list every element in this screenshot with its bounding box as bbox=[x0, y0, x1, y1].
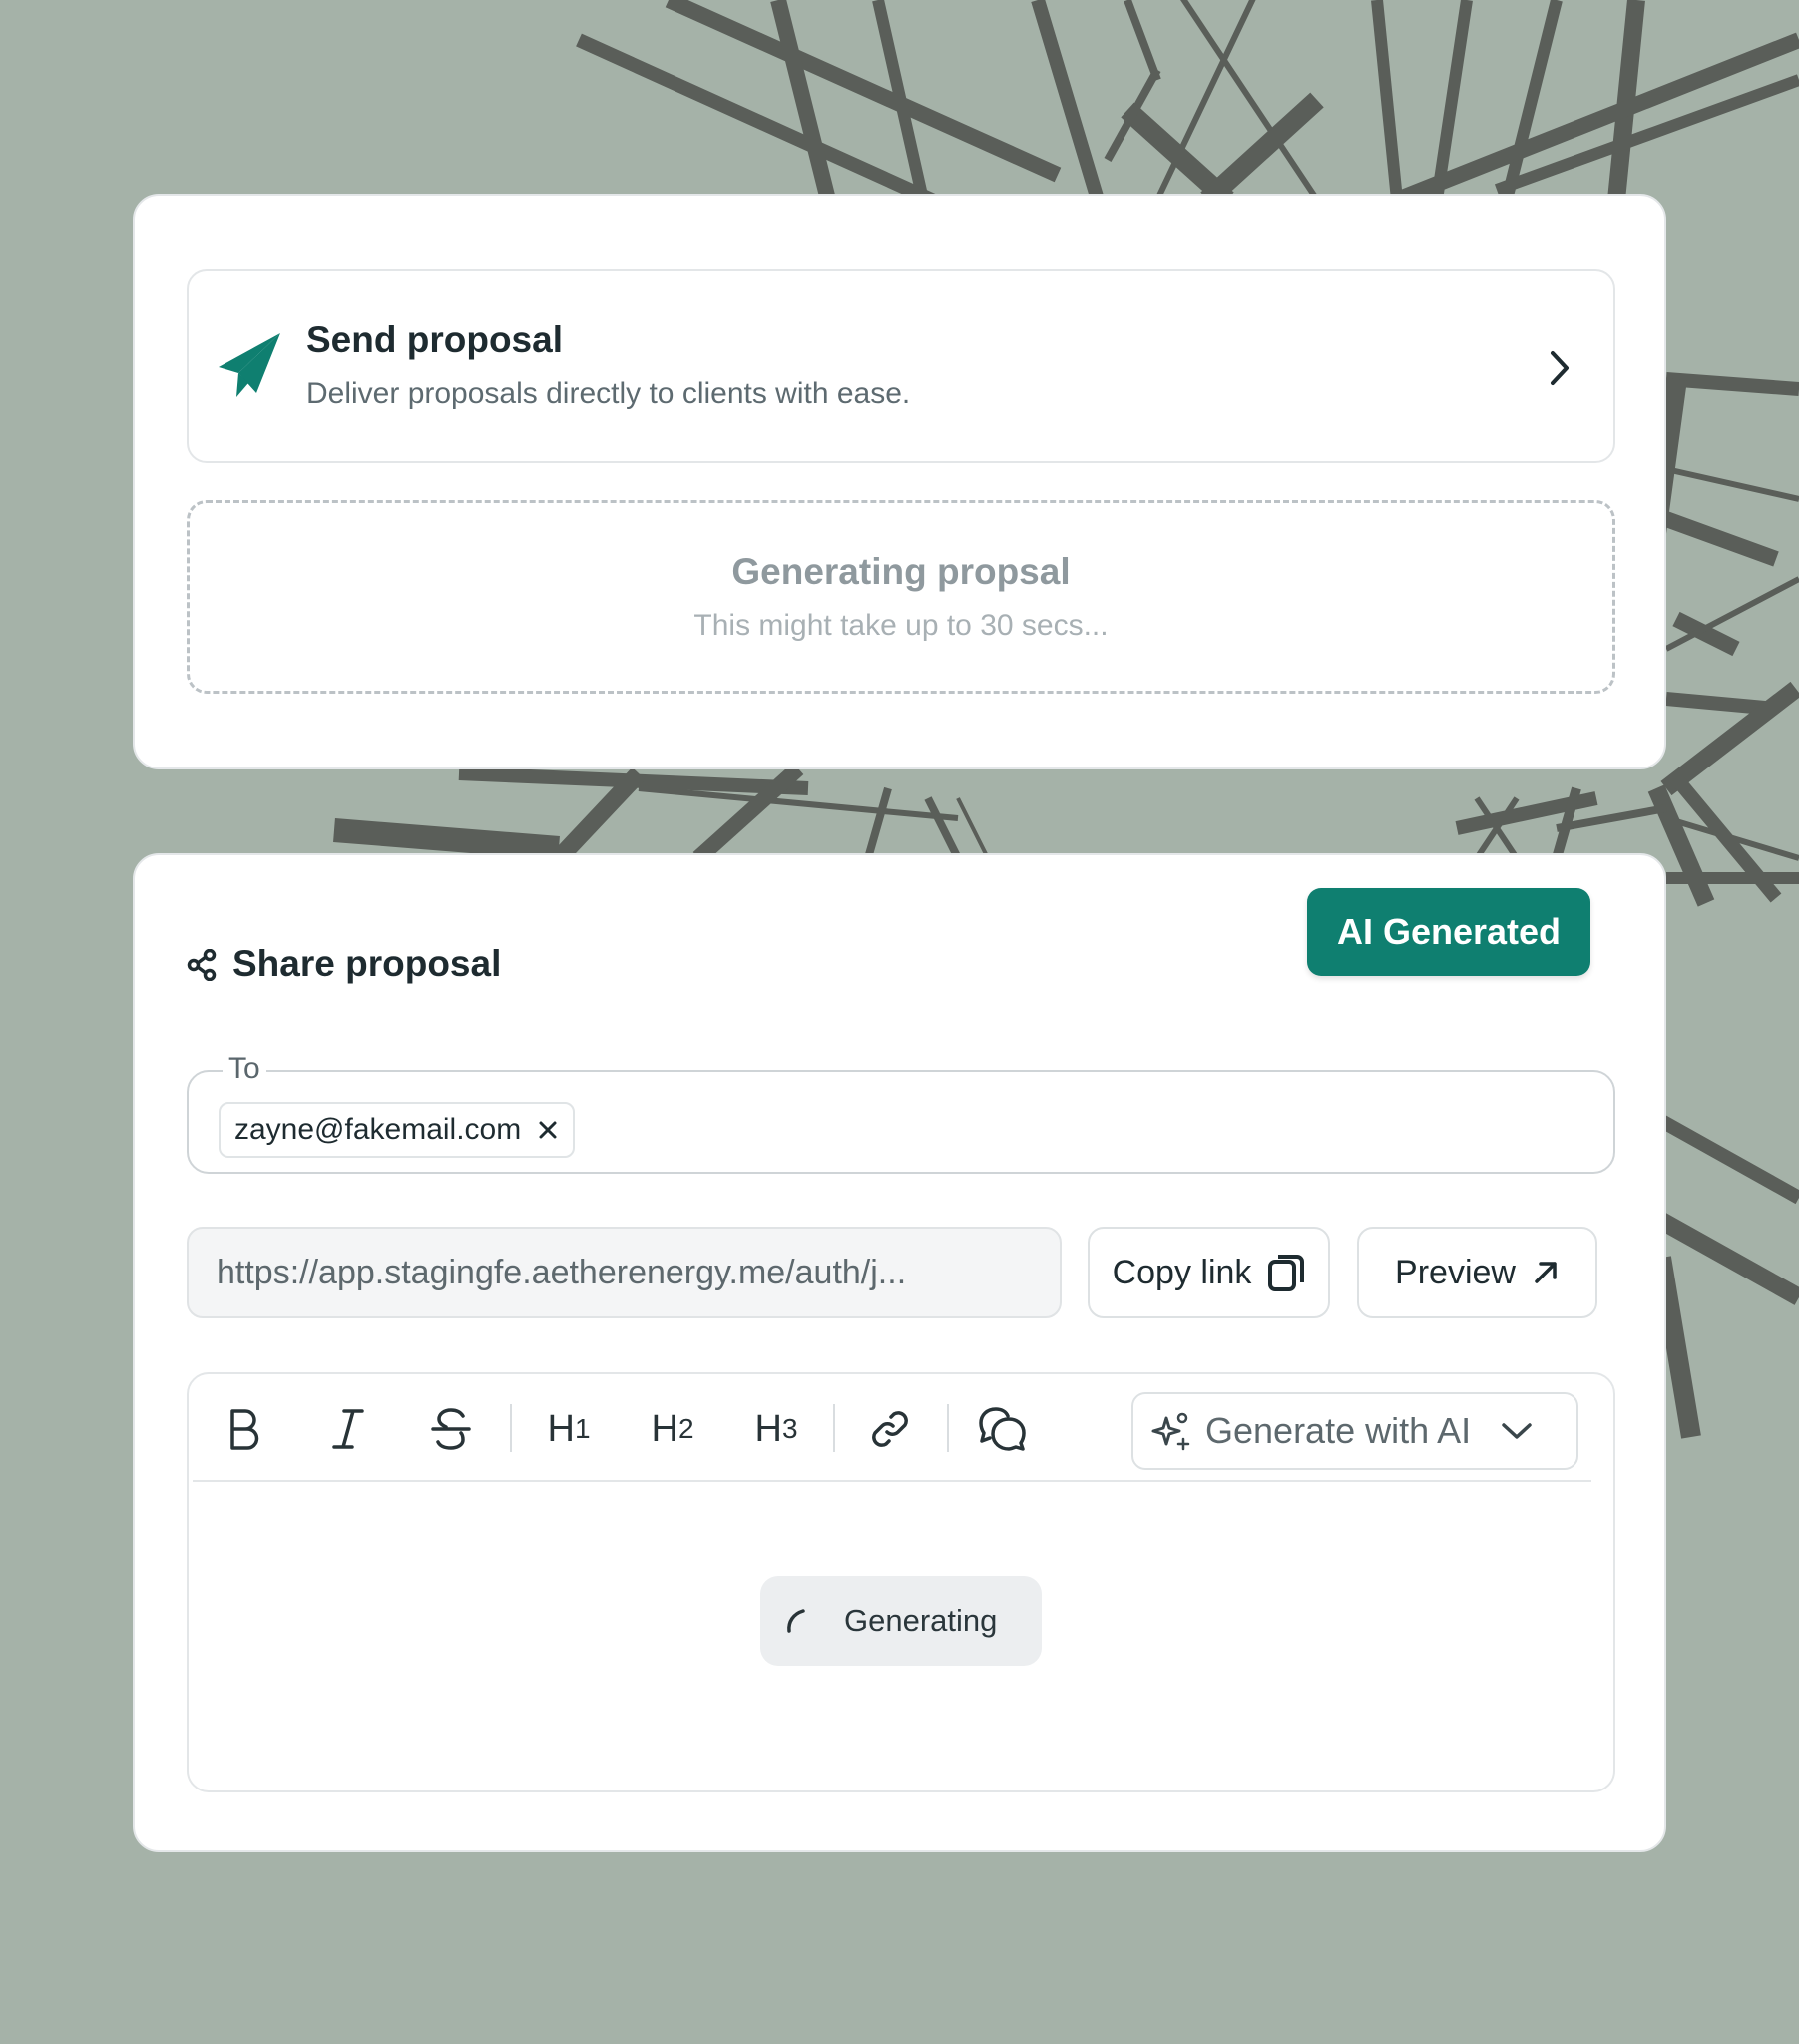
generating-status: Generating bbox=[760, 1576, 1042, 1666]
bold-icon bbox=[230, 1409, 259, 1450]
comment-button[interactable] bbox=[977, 1404, 1029, 1454]
toolbar-divider bbox=[193, 1480, 1591, 1482]
preview-button[interactable]: Preview bbox=[1357, 1227, 1597, 1318]
toolbar-separator bbox=[833, 1404, 835, 1452]
heading-3-label: H bbox=[754, 1407, 782, 1450]
recipient-email: zayne@fakemail.com bbox=[234, 1113, 522, 1146]
heading-3-level: 3 bbox=[781, 1413, 798, 1444]
close-icon[interactable] bbox=[537, 1119, 559, 1141]
copy-icon bbox=[1268, 1255, 1305, 1291]
toolbar-separator bbox=[510, 1404, 512, 1452]
generate-with-ai-dropdown[interactable]: Generate with AI bbox=[1131, 1392, 1578, 1470]
paper-plane-icon bbox=[219, 333, 280, 397]
bold-button[interactable] bbox=[223, 1404, 266, 1454]
share-proposal-title: Share proposal bbox=[232, 943, 502, 984]
comment-icon bbox=[979, 1407, 1026, 1451]
send-proposal-subtitle: Deliver proposals directly to clients wi… bbox=[306, 377, 911, 410]
proposal-editor[interactable]: H1 H2 H3 Generate with AI Generating bbox=[187, 1372, 1615, 1792]
copy-link-button[interactable]: Copy link bbox=[1088, 1227, 1330, 1318]
italic-button[interactable] bbox=[326, 1404, 370, 1454]
send-proposal-option[interactable]: Send proposal Deliver proposals directly… bbox=[187, 269, 1615, 463]
spinner-icon bbox=[787, 1609, 805, 1633]
recipient-field[interactable]: To zayne@fakemail.com bbox=[187, 1052, 1615, 1174]
heading-1-label: H bbox=[547, 1407, 575, 1450]
heading-1-level: 1 bbox=[574, 1413, 591, 1444]
heading-3-button[interactable]: H3 bbox=[751, 1404, 801, 1454]
generating-placeholder: Generating propsal This might take up to… bbox=[187, 500, 1615, 694]
heading-1-button[interactable]: H1 bbox=[544, 1404, 594, 1454]
link-icon bbox=[872, 1411, 908, 1447]
send-proposal-title: Send proposal bbox=[306, 319, 563, 360]
share-icon bbox=[187, 949, 217, 981]
ai-generated-badge: AI Generated bbox=[1307, 888, 1590, 976]
heading-2-level: 2 bbox=[677, 1413, 694, 1444]
link-button[interactable] bbox=[865, 1404, 915, 1454]
proposal-link-value: https://app.stagingfe.aetherenergy.me/au… bbox=[217, 1253, 907, 1291]
generating-status-label: Generating bbox=[844, 1603, 998, 1638]
heading-2-label: H bbox=[651, 1407, 678, 1450]
recipient-label: To bbox=[223, 1052, 266, 1086]
chevron-down-icon bbox=[1502, 1423, 1532, 1439]
copy-link-label: Copy link bbox=[1112, 1253, 1252, 1291]
strikethrough-icon bbox=[431, 1408, 471, 1450]
recipient-chip: zayne@fakemail.com bbox=[219, 1102, 576, 1158]
italic-icon bbox=[332, 1409, 364, 1449]
sparkle-icon bbox=[1151, 1412, 1190, 1451]
generating-title: Generating propsal bbox=[731, 551, 1071, 592]
share-proposal-card: Share proposal AI Generated To zayne@fak… bbox=[133, 853, 1666, 1852]
proposal-link-field[interactable]: https://app.stagingfe.aetherenergy.me/au… bbox=[187, 1227, 1062, 1318]
external-link-icon bbox=[1535, 1262, 1557, 1283]
chevron-right-icon[interactable] bbox=[1544, 347, 1574, 389]
preview-label: Preview bbox=[1395, 1253, 1516, 1291]
generating-subtitle: This might take up to 30 secs... bbox=[693, 609, 1109, 642]
strikethrough-button[interactable] bbox=[428, 1404, 474, 1454]
generate-with-ai-label: Generate with AI bbox=[1205, 1410, 1472, 1451]
toolbar-separator bbox=[947, 1404, 949, 1452]
heading-2-button[interactable]: H2 bbox=[648, 1404, 697, 1454]
send-proposal-card: Send proposal Deliver proposals directly… bbox=[133, 194, 1666, 769]
